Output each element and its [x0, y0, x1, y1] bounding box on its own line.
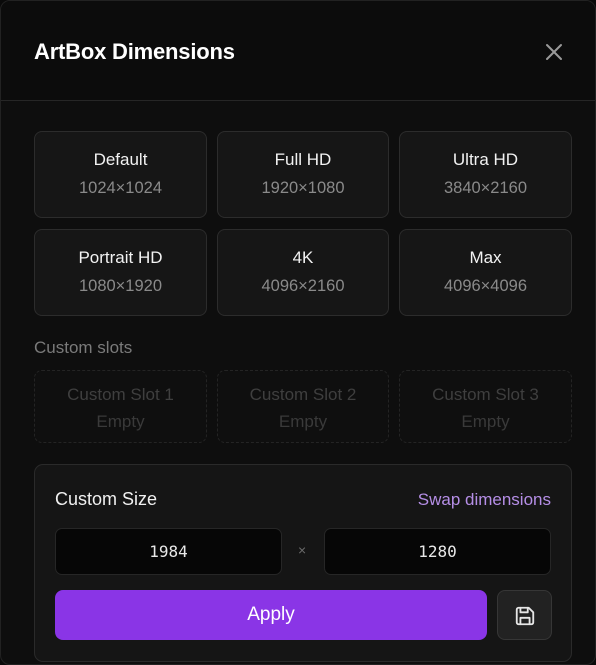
preset-dimensions: 1920×1080 — [261, 179, 345, 197]
custom-slots-label: Custom slots — [34, 338, 133, 357]
custom-slot-2[interactable]: Custom Slot 2 Empty — [217, 370, 389, 443]
custom-slot-1[interactable]: Custom Slot 1 Empty — [34, 370, 207, 443]
preset-name: 4K — [292, 248, 314, 267]
preset-dimensions: 4096×2160 — [261, 277, 345, 295]
preset-ultra-hd[interactable]: Ultra HD 3840×2160 — [399, 131, 572, 218]
slot-name: Custom Slot 2 — [249, 385, 357, 404]
dimension-separator: × — [298, 542, 307, 558]
preset-name: Ultra HD — [452, 150, 519, 169]
preset-name: Default — [93, 150, 148, 169]
close-button[interactable] — [541, 39, 567, 65]
width-input[interactable] — [55, 528, 282, 575]
preset-max[interactable]: Max 4096×4096 — [399, 229, 572, 316]
slot-name: Custom Slot 1 — [67, 385, 174, 404]
preset-name: Portrait HD — [78, 248, 163, 267]
preset-name: Full HD — [274, 150, 332, 169]
slot-value: Empty — [461, 412, 510, 431]
preset-full-hd[interactable]: Full HD 1920×1080 — [217, 131, 389, 218]
preset-portrait-hd[interactable]: Portrait HD 1080×1920 — [34, 229, 207, 316]
preset-grid: Default 1024×1024 Full HD 1920×1080 Ultr… — [34, 131, 572, 316]
slot-name: Custom Slot 3 — [432, 385, 539, 404]
custom-size-title: Custom Size — [55, 489, 158, 509]
preset-4k[interactable]: 4K 4096×2160 — [217, 229, 389, 316]
slot-value: Empty — [278, 412, 328, 431]
dialog-header: ArtBox Dimensions — [1, 1, 595, 101]
preset-dimensions: 4096×4096 — [443, 277, 528, 295]
artbox-dimensions-dialog: ArtBox Dimensions Default 1024×1024 Full… — [0, 0, 596, 665]
height-input[interactable] — [324, 528, 551, 575]
slot-value: Empty — [96, 412, 145, 431]
dialog-title: ArtBox Dimensions — [34, 39, 235, 64]
preset-name: Max — [469, 248, 502, 267]
custom-size-panel: Custom Size Swap dimensions × Apply — [34, 464, 572, 662]
close-icon — [546, 44, 562, 60]
save-icon — [515, 606, 535, 626]
custom-slots-grid: Custom Slot 1 Empty Custom Slot 2 Empty … — [34, 370, 572, 443]
apply-button[interactable]: Apply — [55, 590, 487, 640]
preset-dimensions: 1024×1024 — [78, 179, 163, 197]
preset-dimensions: 1080×1920 — [78, 277, 163, 295]
preset-dimensions: 3840×2160 — [443, 179, 528, 197]
save-slot-button[interactable] — [497, 590, 552, 640]
preset-default[interactable]: Default 1024×1024 — [34, 131, 207, 218]
swap-dimensions-link[interactable]: Swap dimensions — [418, 490, 551, 510]
custom-slot-3[interactable]: Custom Slot 3 Empty — [399, 370, 572, 443]
